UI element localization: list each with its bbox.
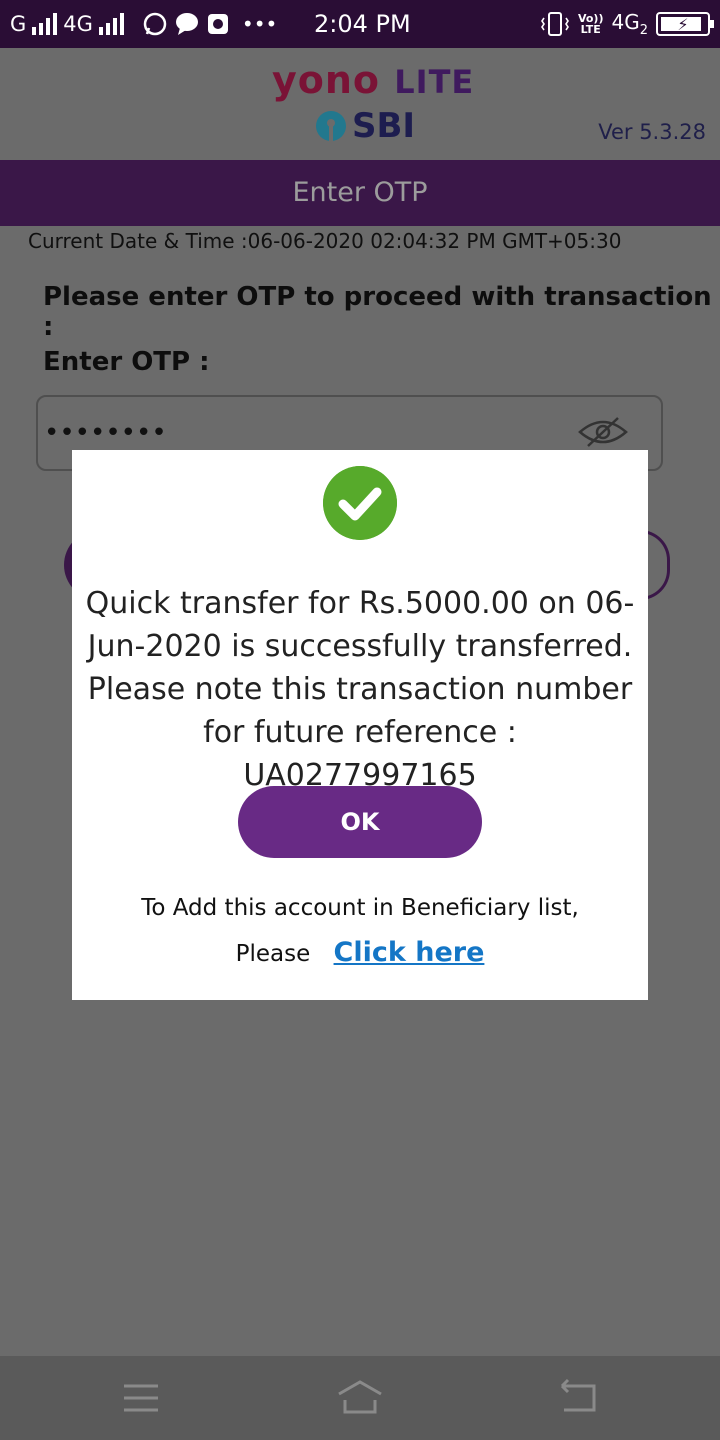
eye-slash-icon[interactable] [578, 416, 628, 448]
vibrate-icon [540, 12, 569, 36]
status-bar: G 4G ••• 2:04 PM Vo)) LTE 4G2 ⚡ [0, 0, 720, 48]
app-icon [207, 14, 228, 34]
back-icon[interactable] [554, 1378, 604, 1418]
sbi-logo-icon [316, 111, 346, 141]
network-type: 4G2 [611, 10, 648, 38]
beneficiary-text: To Add this account in Beneficiary list, [141, 895, 579, 921]
menu-icon[interactable] [116, 1378, 166, 1418]
volte-icon: Vo)) LTE [578, 13, 604, 35]
navigation-bar [0, 1356, 720, 1440]
check-icon [323, 466, 397, 540]
status-time: 2:04 PM [314, 10, 411, 38]
yono-logo: yono LITE [272, 58, 474, 102]
success-message: Quick transfer for Rs.5000.00 on 06-Jun-… [85, 586, 635, 793]
whatsapp-icon [143, 12, 167, 36]
beneficiary-prompt: Please Click here [72, 937, 648, 968]
more-notifications-icon: ••• [241, 12, 278, 36]
carrier1-label: G [10, 12, 27, 36]
carrier2-label: 4G [63, 12, 93, 36]
signal-icon [32, 13, 58, 35]
status-right: Vo)) LTE 4G2 ⚡ [540, 8, 714, 40]
volte-bottom: LTE [580, 23, 601, 36]
otp-prompt: Please enter OTP to proceed with transac… [43, 282, 712, 342]
status-left: G 4G ••• [10, 8, 277, 40]
otp-label: Enter OTP : [43, 347, 210, 377]
network-sub: 2 [639, 23, 648, 38]
success-dialog: Quick transfer for Rs.5000.00 on 06-Jun-… [72, 450, 648, 1000]
page-title: Enter OTP [0, 160, 720, 226]
ok-button[interactable]: OK [238, 786, 482, 858]
add-beneficiary-link[interactable]: Click here [334, 937, 485, 968]
home-icon[interactable] [335, 1378, 385, 1418]
signal-icon-2 [98, 13, 124, 35]
app-header: yono LITE SBI Ver 5.3.28 [0, 48, 720, 160]
message-icon [175, 13, 198, 35]
battery-icon: ⚡ [656, 12, 714, 36]
app-version: Ver 5.3.28 [598, 120, 706, 144]
beneficiary-please: Please [235, 941, 311, 967]
network-label: 4G [611, 10, 640, 34]
logo-yono-text: yono [272, 58, 381, 102]
logo-lite-text: LITE [394, 63, 475, 101]
current-datetime: Current Date & Time :06-06-2020 02:04:32… [28, 229, 622, 253]
sbi-logo-text: SBI [352, 106, 416, 146]
sbi-logo: SBI [316, 106, 415, 146]
